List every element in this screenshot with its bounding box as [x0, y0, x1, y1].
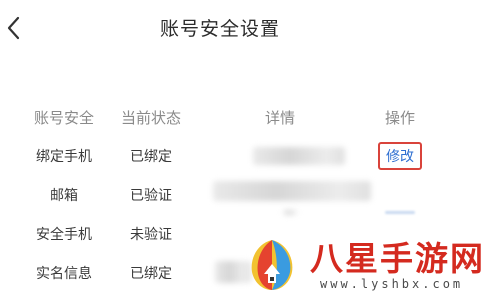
- row-detail-redacted: [205, 136, 355, 175]
- table-header-row: 账号安全 当前状态 详情 操作: [0, 98, 490, 136]
- row-detail-redacted: [205, 175, 371, 214]
- column-header-item: 账号安全: [33, 108, 94, 127]
- column-header-status: 当前状态: [120, 108, 181, 127]
- watermark-url: www.lyshbx.com: [320, 277, 464, 291]
- page-title: 账号安全设置: [159, 18, 280, 40]
- top-bar: 账号安全设置: [0, 0, 490, 58]
- column-header-action: 操作: [384, 108, 415, 127]
- row-status: 已绑定: [130, 148, 172, 165]
- column-header-detail: 详情: [264, 108, 295, 127]
- row-status: 未验证: [130, 226, 172, 243]
- site-logo-icon: [251, 240, 293, 290]
- row-item-label: 邮箱: [50, 187, 78, 204]
- row-action-cell: 修改: [365, 136, 435, 175]
- row-item-label: 实名信息: [36, 265, 92, 282]
- row-status: 已绑定: [130, 265, 172, 282]
- table-row-bind-phone: 绑定手机 已绑定 修改: [0, 136, 490, 175]
- table-row-email: 邮箱 已验证: [0, 175, 490, 214]
- row-item-label: 绑定手机: [36, 148, 92, 165]
- watermark-title: 八星手游网: [310, 239, 485, 278]
- site-watermark: 八星手游网 www.lyshbx.com: [240, 230, 490, 297]
- row-action-cell: [365, 175, 435, 214]
- modify-phone-button[interactable]: 修改: [378, 141, 422, 170]
- row-item-label: 安全手机: [36, 226, 92, 243]
- row-status: 已验证: [130, 187, 172, 204]
